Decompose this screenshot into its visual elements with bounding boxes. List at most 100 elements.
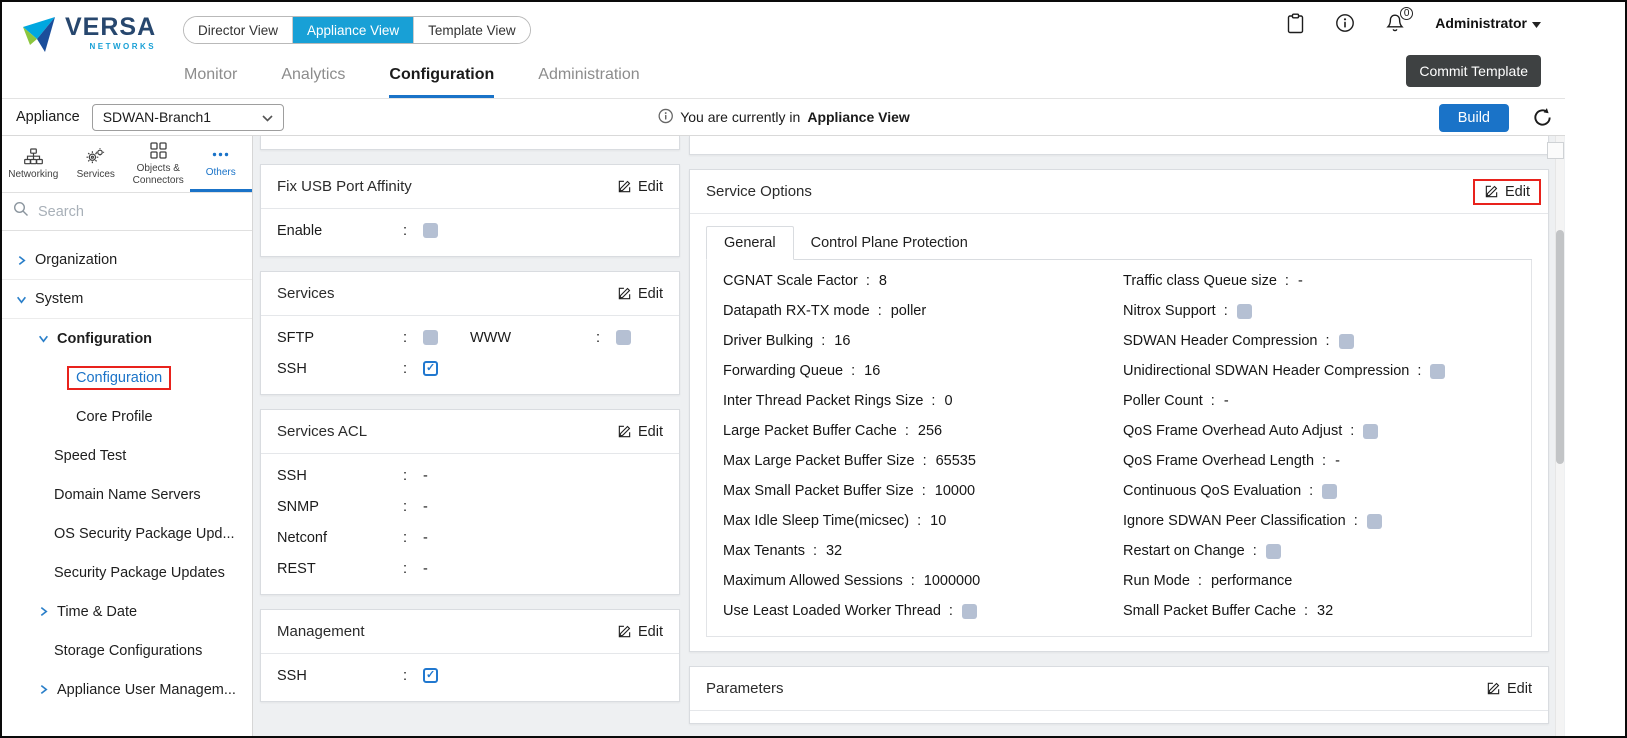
chevron-down-icon[interactable] [38,333,49,344]
nav-tab-analytics[interactable]: Analytics [281,66,345,98]
checkbox[interactable] [1236,303,1252,319]
service-options-panel: CGNAT Scale Factor:8 Datapath RX-TX mode:… [706,260,1532,637]
card-title: Parameters [706,680,784,697]
checkbox[interactable] [1430,363,1446,379]
edit-label: Edit [1505,183,1530,200]
sidebar-item-os-security-package-upd[interactable]: OS Security Package Upd... [2,514,252,553]
search-input[interactable] [38,203,241,220]
field-netconf: Netconf: - [277,529,428,546]
build-button[interactable]: Build [1438,104,1509,132]
sidebar: Networking Services Objects & Connectors Ot… [2,136,253,736]
checkbox[interactable] [423,668,439,683]
appliance-select[interactable]: SDWAN-Branch1 [91,103,284,131]
notifications-bell-icon[interactable]: 0 [1385,6,1414,34]
sidebar-tab-services[interactable]: Services [65,136,128,192]
edit-icon [617,424,632,439]
sidebar-tab-objects-connectors[interactable]: Objects & Connectors [127,136,190,192]
card-body-cutoff [690,711,1548,723]
field-value: 16 [864,363,881,379]
appliance-bar: Appliance SDWAN-Branch1 You are currentl… [2,99,1565,136]
field-label: SSH [277,467,307,484]
card-services: Services Edit SFTP: WWW: SSH: [260,271,680,395]
sidebar-item-appliance-user-managem[interactable]: Appliance User Managem... [2,670,252,709]
field-www: WWW: [470,330,663,346]
field-enable: Enable: [277,223,439,239]
card-services-acl: Services ACL Edit SSH: - SNMP: - Netconf: - REST… [260,409,680,595]
tree-item-label: Domain Name Servers [54,486,201,503]
field-nitrox-support: Nitrox Support: [1123,296,1445,326]
edit-button[interactable]: Edit [617,624,663,640]
scrollbar-thumb[interactable] [1556,230,1564,464]
edit-button[interactable]: Edit [617,424,663,440]
sidebar-item-organization[interactable]: Organization [2,241,252,280]
chevron-right-icon[interactable] [38,684,49,695]
edit-button[interactable]: Edit [617,179,663,195]
chevron-down-icon[interactable] [16,294,27,305]
edit-button[interactable]: Edit [617,286,663,302]
tab-control-plane-protection[interactable]: Control Plane Protection [794,227,985,259]
clipboard-icon[interactable] [1286,13,1305,34]
nav-tab-configuration[interactable]: Configuration [389,66,495,98]
sidebar-item-storage-configurations[interactable]: Storage Configurations [2,631,252,670]
chevron-right-icon[interactable] [38,606,49,617]
nav-tab-monitor[interactable]: Monitor [184,66,237,98]
field-ssh: SSH: - [277,467,428,484]
card-header: Parameters Edit [690,667,1548,711]
scroll-top-button[interactable] [1547,142,1564,159]
checkbox[interactable] [1363,423,1379,439]
sidebar-tab-networking[interactable]: Networking [2,136,65,192]
card-header: Management Edit [261,610,679,654]
field-label: Nitrox Support [1123,303,1216,319]
info-icon[interactable] [1335,13,1355,33]
field-continuous-qos-evaluation: Continuous QoS Evaluation: [1123,476,1445,506]
field-label: Forwarding Queue [723,363,844,379]
sidebar-item-configuration[interactable]: Configuration [2,358,252,397]
sidebar-item-configuration[interactable]: Configuration [2,319,252,358]
sidebar-item-time-date[interactable]: Time & Date [2,592,252,631]
card-body: SSH: - SNMP: - Netconf: - REST: - [261,454,679,594]
checkbox[interactable] [1322,483,1338,499]
notice-text: You are currently in [680,109,801,125]
checkbox[interactable] [423,223,439,238]
sidebar-tab-others[interactable]: Others [189,136,252,192]
user-menu[interactable]: Administrator [1435,15,1541,31]
edit-label: Edit [638,178,663,195]
sidebar-item-speed-test[interactable]: Speed Test [2,436,252,475]
card-title: Services ACL [277,423,368,440]
sidebar-item-core-profile[interactable]: Core Profile [2,397,252,436]
field-snmp: SNMP: - [277,498,428,515]
field-value: - [1223,393,1229,409]
checkbox[interactable] [423,361,439,376]
field-label: WWW [470,329,512,346]
checkbox[interactable] [961,603,977,619]
tab-general[interactable]: General [706,226,794,260]
field-cgnat-scale-factor: CGNAT Scale Factor:8 [723,273,887,289]
sidebar-item-system[interactable]: System [2,280,252,319]
edit-button[interactable]: Edit [1486,681,1532,697]
field-restart-on-change: Restart on Change: [1123,536,1445,566]
field-label: REST [277,560,316,577]
checkbox[interactable] [1366,513,1382,529]
nav-tab-administration[interactable]: Administration [538,66,639,98]
refresh-icon[interactable] [1532,107,1553,128]
field-row: REST: - [277,553,663,584]
card-title: Management [277,623,365,640]
checkbox[interactable] [1265,543,1281,559]
field-rest: REST: - [277,560,428,577]
edit-icon [1486,681,1501,696]
vertical-scrollbar [1547,136,1564,736]
commit-template-button[interactable]: Commit Template [1406,55,1541,87]
appliance-select-value: SDWAN-Branch1 [102,109,212,125]
sidebar-item-security-package-updates[interactable]: Security Package Updates [2,553,252,592]
field-label: Ignore SDWAN Peer Classification [1123,513,1346,529]
checkbox[interactable] [1338,333,1354,349]
top-header: VERSA NETWORKS Director View Appliance Vi… [2,2,1565,99]
edit-button[interactable]: Edit [1473,178,1541,205]
chevron-right-icon[interactable] [16,255,27,266]
field-value: 0 [944,393,953,409]
edit-label: Edit [638,285,663,302]
field-datapath-rx-tx-mode: Datapath RX-TX mode: poller [723,303,927,319]
checkbox[interactable] [423,330,439,345]
checkbox[interactable] [616,330,632,345]
sidebar-item-domain-name-servers[interactable]: Domain Name Servers [2,475,252,514]
